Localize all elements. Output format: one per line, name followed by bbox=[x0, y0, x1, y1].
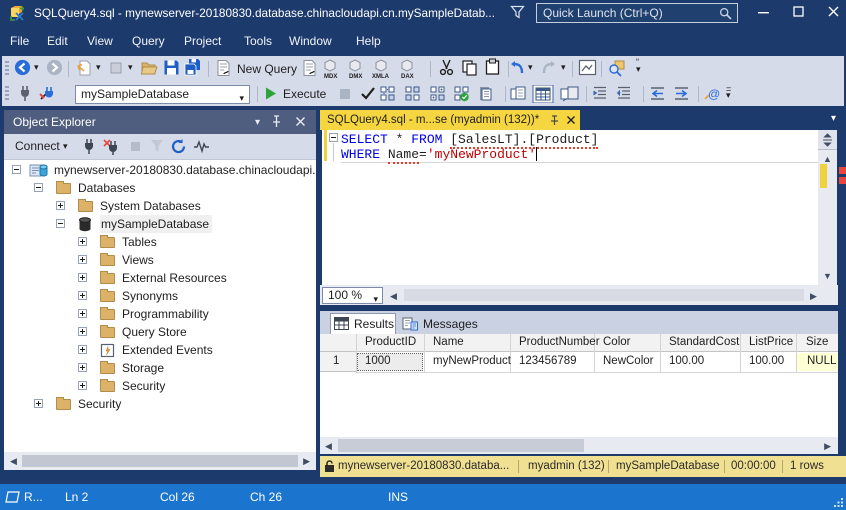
svg-text:DAX: DAX bbox=[401, 74, 414, 79]
svg-text:MDX: MDX bbox=[324, 74, 337, 79]
svg-text:@: @ bbox=[708, 87, 720, 101]
svg-text:XMLA: XMLA bbox=[372, 74, 390, 79]
svg-text:DMX: DMX bbox=[349, 74, 362, 79]
